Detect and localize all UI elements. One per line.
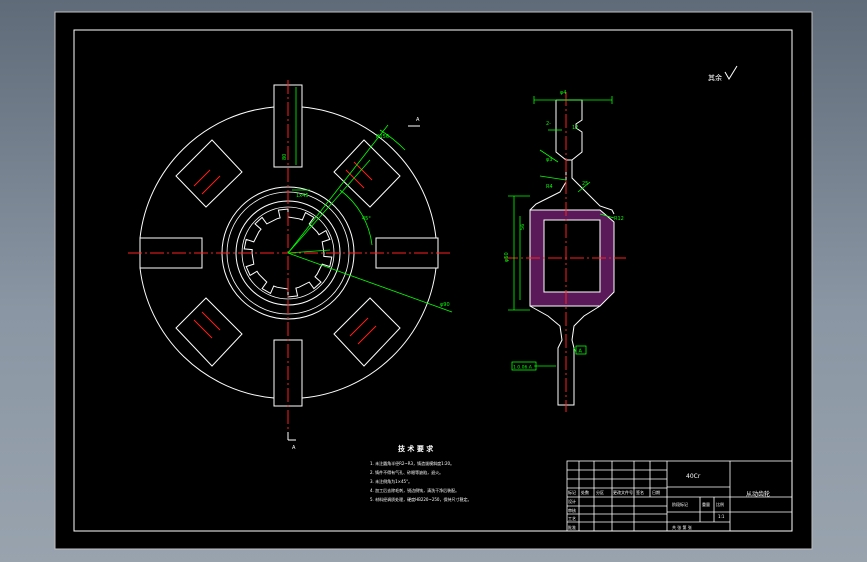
tech-note-2: 2. 铸件不得有气孔、砂眼等缺陷，退火。 [370,469,443,475]
part-name: 从动齿轮 [746,490,770,498]
row-design: 设计 [568,498,576,504]
row-review: 审核 [568,507,576,513]
svg-text:φ90: φ90 [440,302,450,308]
stage-label: 阶段标记 [672,501,688,507]
svg-text:80: 80 [282,154,288,160]
datum-label: A [579,349,583,355]
section-label-top: A [416,117,420,123]
svg-text:φ3: φ3 [546,157,552,163]
tech-note-3: 3. 未注倒角为1×45°。 [370,478,412,484]
hdr-change: 更改文件号 [613,489,633,495]
roughness-text: 其余 [708,73,722,82]
svg-text:R4: R4 [546,184,553,190]
tech-note-5: 5. 材料经调质处理，硬度HB220~250，保持尺寸稳定。 [370,496,471,502]
hdr-count: 处数 [581,489,589,495]
cad-drawing: 80 1x45 45° R156 φ90 A A φ4 12 φ3 R4 25 … [54,11,813,550]
hdr-mark: 标记 [568,489,576,495]
material: 40Cr [686,473,701,480]
row-approve: 批准 [568,524,576,530]
row-process: 工艺 [568,516,576,521]
svg-text:2-: 2- [546,121,551,127]
svg-text:12: 12 [572,125,578,131]
svg-text:R156: R156 [376,134,389,140]
sheet-label: 共 张 第 张 [672,524,692,530]
scale-label: 比例 [716,501,724,507]
tech-notes-title: 技 术 要 求 [398,444,434,453]
section-label-bottom: A [292,445,296,451]
hdr-zone: 分区 [596,489,604,495]
svg-text:25: 25 [582,181,588,187]
svg-text:45°: 45° [362,216,371,222]
svg-text:56: 56 [520,224,526,230]
svg-text:φ60: φ60 [504,252,510,262]
svg-text:1x45: 1x45 [296,193,309,199]
scale-value: 1:1 [718,514,725,519]
tech-note-1: 1. 未注圆角半径R2~R3，铸造拔模斜度1:20。 [370,460,454,466]
hdr-date: 日期 [652,489,660,495]
tech-note-4: 4. 加工后去除毛刺，锐边倒钝，清洗干净后装配。 [370,487,459,493]
tolerance-frame: 1 0.06 A [513,365,533,371]
weight-label: 重量 [702,501,710,507]
svg-text:R12: R12 [614,216,624,222]
hdr-sign: 签名 [636,489,644,495]
svg-text:φ4: φ4 [560,90,566,96]
